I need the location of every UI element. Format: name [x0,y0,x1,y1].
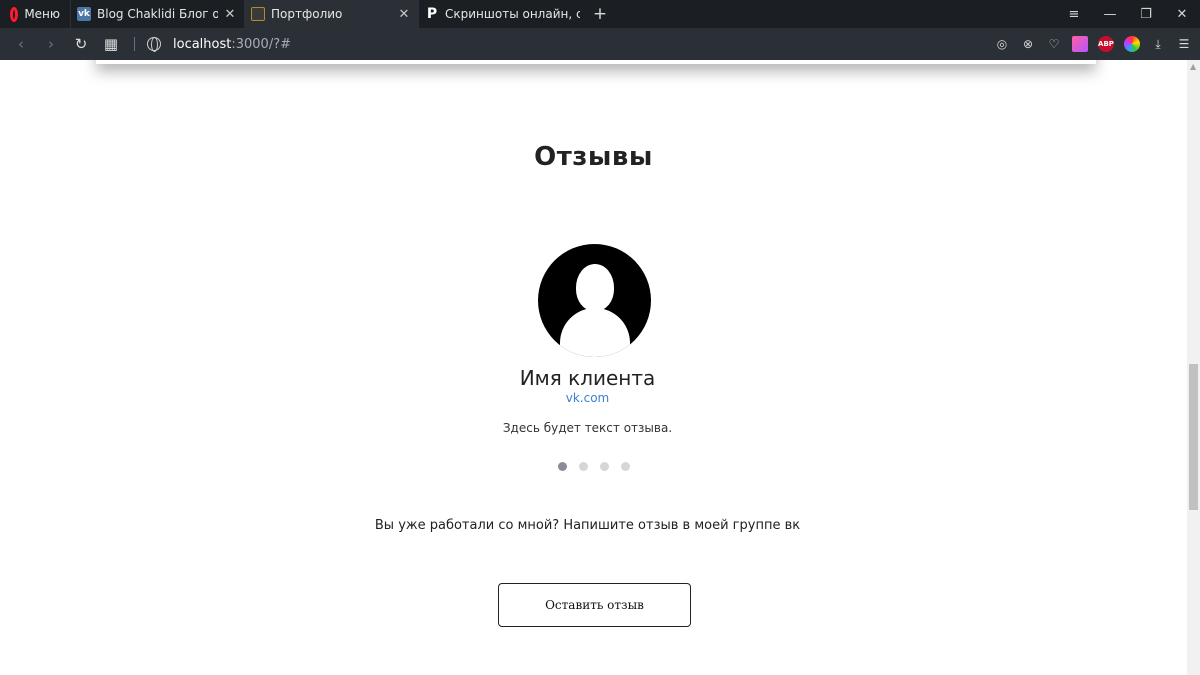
reload-icon[interactable]: ↻ [68,31,94,57]
tab-menu-icon[interactable]: ≡ [1056,7,1092,22]
window-controls: ≡ — ❐ ✕ [1056,0,1200,28]
slider-dot-2[interactable] [579,462,588,471]
tab-title: Портфолио [271,7,343,21]
tab-blog-chaklidi[interactable]: vk Blog Chaklidi Блог о web-р ✕ [70,0,244,28]
close-icon[interactable]: ✕ [224,7,236,22]
url-host: localhost [173,36,232,52]
browser-menu-label: Меню [24,7,60,21]
p-icon: P [426,6,438,22]
tab-title: Скриншоты онлайн, серви [445,7,580,21]
color-wheel-icon[interactable] [1124,36,1140,52]
address-bar: ‹ › ↻ ▦ localhost:3000/?# ◎ ⊗ ♡ ABP ⤓ ☰ [0,28,1200,60]
extension-gradient-icon[interactable] [1072,36,1088,52]
section-title: Отзывы [534,142,653,172]
folder-icon [251,7,265,21]
scrollbar-thumb[interactable] [1189,364,1198,510]
restore-icon[interactable]: ❐ [1128,7,1164,22]
client-link[interactable]: vk.com [0,391,1187,405]
close-icon[interactable]: ✕ [398,7,410,22]
page-viewport: Отзывы Имя клиента vk.com Здесь будет те… [0,60,1187,675]
avatar-head [576,264,614,311]
extensions-area: ◎ ⊗ ♡ ABP ⤓ ☰ [994,36,1192,52]
cta-text: Вы уже работали со мной? Напишите отзыв … [374,518,801,533]
scroll-up-icon[interactable]: ▲ [1190,62,1196,71]
new-tab-button[interactable]: + [588,0,612,28]
tab-portfolio[interactable]: Портфолио ✕ [244,0,418,28]
easy-setup-icon[interactable]: ☰ [1176,36,1192,52]
back-icon[interactable]: ‹ [8,31,34,57]
browser-menu-button[interactable]: Меню [0,0,70,28]
heart-icon[interactable]: ♡ [1046,36,1062,52]
vk-icon: vk [77,7,91,21]
window-close-icon[interactable]: ✕ [1164,7,1200,22]
opera-logo-icon [10,6,19,22]
forward-icon[interactable]: › [38,31,64,57]
minimize-icon[interactable]: — [1092,7,1128,22]
client-avatar-icon [538,244,651,357]
speed-dial-icon[interactable]: ▦ [98,31,124,57]
adblock-icon[interactable]: ABP [1098,36,1114,52]
slider-dots [558,462,630,471]
camera-icon[interactable]: ◎ [994,36,1010,52]
tab-title: Blog Chaklidi Блог о web-р [97,7,218,21]
url-path: :3000/?# [231,36,291,52]
scrollbar[interactable]: ▲ [1187,60,1200,675]
client-name: Имя клиента [519,366,656,390]
review-text: Здесь будет текст отзыва. [502,421,673,435]
slider-dot-1[interactable] [558,462,567,471]
leave-review-button[interactable]: Оставить отзыв [498,583,691,627]
download-icon[interactable]: ⤓ [1150,36,1166,52]
tab-screenshots[interactable]: P Скриншоты онлайн, серви [418,0,588,28]
divider [134,37,135,51]
block-icon[interactable]: ⊗ [1020,36,1036,52]
tab-bar: Меню vk Blog Chaklidi Блог о web-р ✕ Пор… [0,0,1200,28]
slider-dot-3[interactable] [600,462,609,471]
globe-icon [147,37,161,52]
url-field[interactable]: localhost:3000/?# [173,37,990,52]
site-header-bottom [96,60,1096,64]
slider-dot-4[interactable] [621,462,630,471]
